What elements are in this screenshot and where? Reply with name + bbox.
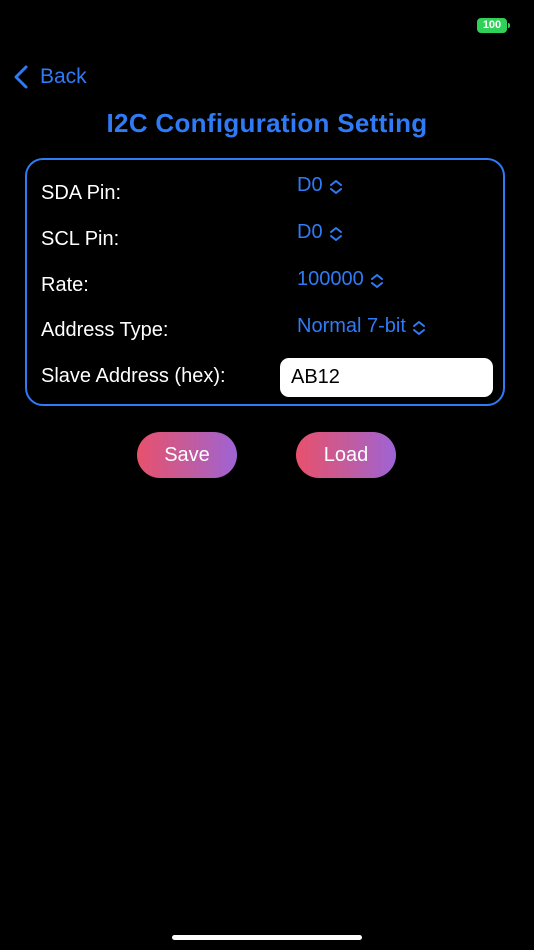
chevron-up-down-icon [412, 319, 426, 335]
save-button[interactable]: Save [137, 432, 237, 478]
rate-value: 100000 [297, 268, 364, 290]
sda-pin-label: SDA Pin: [41, 182, 122, 204]
battery-level: 100 [482, 19, 502, 31]
load-button[interactable]: Load [296, 432, 396, 478]
back-label: Back [40, 65, 87, 88]
sda-pin-value: D0 [297, 174, 323, 196]
home-indicator[interactable] [172, 935, 362, 940]
sda-pin-picker[interactable]: D0 [297, 174, 343, 197]
page-title: I2C Configuration Setting [106, 108, 428, 138]
slave-address-field[interactable] [280, 358, 493, 397]
address-type-picker[interactable]: Normal 7-bit [297, 315, 426, 338]
rate-label: Rate: [41, 274, 89, 296]
slave-address-label: Slave Address (hex): [41, 365, 226, 387]
chevron-left-icon [12, 62, 32, 92]
chevron-up-down-icon [329, 178, 343, 194]
back-button[interactable]: Back [12, 62, 87, 92]
chevron-up-down-icon [329, 225, 343, 241]
chevron-up-down-icon [370, 272, 384, 288]
scl-pin-picker[interactable]: D0 [297, 221, 343, 244]
battery-nub [508, 23, 510, 28]
address-type-value: Normal 7-bit [297, 315, 406, 337]
scl-pin-label: SCL Pin: [41, 228, 120, 250]
scl-pin-value: D0 [297, 221, 323, 243]
address-type-label: Address Type: [41, 319, 169, 341]
battery-icon: 100 [477, 18, 507, 33]
rate-picker[interactable]: 100000 [297, 268, 384, 291]
